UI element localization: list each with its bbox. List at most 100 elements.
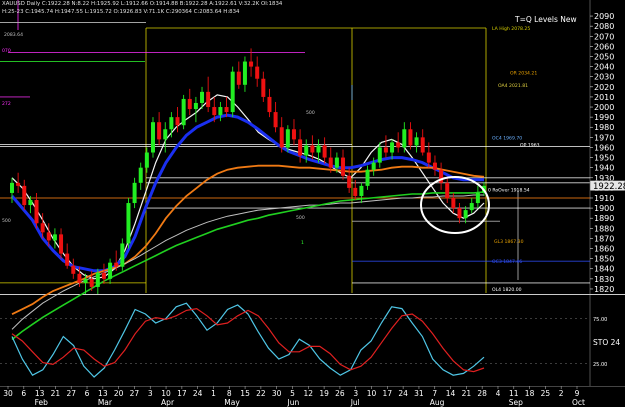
price-chart[interactable]: LA High 2078.25 OR 2034.21 OA4 2021.81 OC4 …: [0, 0, 625, 407]
date-tick-label: 20: [114, 389, 124, 398]
price-tick-label: 2020: [594, 83, 614, 92]
month-label: Feb: [35, 398, 49, 407]
candle-body: [46, 232, 51, 241]
candle-body: [371, 162, 376, 170]
candle-body: [212, 107, 217, 116]
price-tick-label: 2050: [594, 52, 614, 61]
price-tick-label: 2080: [594, 22, 614, 31]
candle-body: [402, 129, 407, 148]
date-tick-label: 9: [575, 389, 580, 398]
candle-body: [249, 61, 254, 67]
month-label: Oct: [572, 398, 585, 407]
price-tick-label: 1850: [594, 255, 614, 264]
date-tick-label: 15: [240, 389, 250, 398]
price-tick-label: 2030: [594, 73, 614, 82]
chart-mark: 500: [306, 110, 315, 116]
candle-body: [359, 185, 364, 196]
price-tick-label: 1910: [594, 194, 614, 203]
candle-body: [285, 129, 290, 148]
side-mark: 500: [2, 218, 11, 224]
candle-body: [132, 182, 137, 204]
candle-body: [101, 272, 106, 279]
month-label: Jun: [287, 398, 300, 407]
candle-body: [267, 96, 272, 113]
candle-body: [298, 139, 303, 156]
date-tick-label: 28: [477, 389, 487, 398]
level-label: OL4 1820.00: [492, 287, 522, 293]
month-label: Aug: [430, 398, 445, 407]
date-tick-label: 26: [335, 389, 345, 398]
candle-body: [150, 122, 155, 153]
oscillator-value: 24: [610, 338, 621, 347]
candle-body: [175, 117, 180, 126]
price-tick-label: 2060: [594, 42, 614, 51]
date-tick-label: 10: [367, 389, 377, 398]
candle-body: [383, 147, 388, 153]
date-tick-label: 24: [193, 389, 203, 398]
level-label: LA High 2078.25: [492, 26, 530, 32]
date-tick-label: 19: [319, 389, 329, 398]
candle-body: [273, 112, 278, 128]
date-tick-label: 11: [509, 389, 519, 398]
candle-body: [365, 169, 370, 186]
date-tick-label: 24: [398, 389, 408, 398]
candle-body: [114, 262, 119, 267]
date-tick-label: 27: [66, 389, 76, 398]
level-label: OA4 2021.81: [498, 83, 528, 89]
candle-body: [28, 200, 33, 206]
candle-body: [16, 182, 21, 186]
sto-tick-label: 75.00: [593, 317, 607, 323]
date-tick-label: 13: [35, 389, 45, 398]
price-tick-label: 2010: [594, 93, 614, 102]
candle-body: [347, 175, 352, 188]
candle-body: [181, 98, 186, 126]
price-tick-label: 1970: [594, 133, 614, 142]
level-label: OP 1963: [520, 142, 540, 148]
candle-body: [236, 71, 241, 85]
candle-body: [138, 167, 143, 183]
date-tick-label: 6: [85, 389, 90, 398]
candle-body: [169, 117, 174, 130]
month-label: Jul: [350, 398, 360, 407]
candle-body: [206, 91, 211, 108]
oscillator-label: STO 24: [593, 338, 620, 347]
candle-body: [457, 208, 462, 219]
candle-body: [316, 145, 321, 153]
date-tick-label: 13: [98, 389, 108, 398]
level-label: OR 2034.21: [510, 70, 537, 76]
candle-body: [414, 137, 419, 146]
price-tick-label: 1940: [594, 164, 614, 173]
price-tick-label: 1990: [594, 113, 614, 122]
date-tick-label: 5: [290, 389, 295, 398]
price-tick-label: 2090: [594, 12, 614, 21]
date-tick-label: 25: [541, 389, 551, 398]
last-price-label: 1922.28: [593, 182, 625, 192]
candle: [150, 117, 155, 158]
price-tick-label: 1980: [594, 123, 614, 132]
candle-body: [144, 152, 149, 168]
candle-body: [420, 137, 425, 153]
candle-body: [426, 152, 431, 163]
candle-body: [242, 61, 247, 85]
candle-body: [59, 234, 64, 254]
candle-body: [328, 157, 333, 168]
candle-body: [34, 200, 39, 224]
date-tick-label: 6: [21, 389, 26, 398]
candle-body: [291, 129, 296, 140]
candle-body: [304, 145, 309, 156]
date-tick-label: 27: [130, 389, 140, 398]
candle-body: [432, 162, 437, 170]
date-tick-label: 4: [496, 389, 501, 398]
candle-body: [451, 197, 456, 209]
candle-body: [463, 210, 468, 219]
date-tick-label: 22: [256, 389, 266, 398]
chart-mark: 1: [301, 240, 304, 246]
price-tick-label: 1950: [594, 154, 614, 163]
date-tick-label: 12: [304, 389, 314, 398]
candle-body: [396, 142, 401, 148]
oscillator-name: STO: [593, 338, 609, 347]
candle-body: [230, 71, 235, 113]
candle-body: [120, 243, 125, 267]
candle-body: [22, 185, 27, 206]
candle-body: [445, 182, 450, 198]
